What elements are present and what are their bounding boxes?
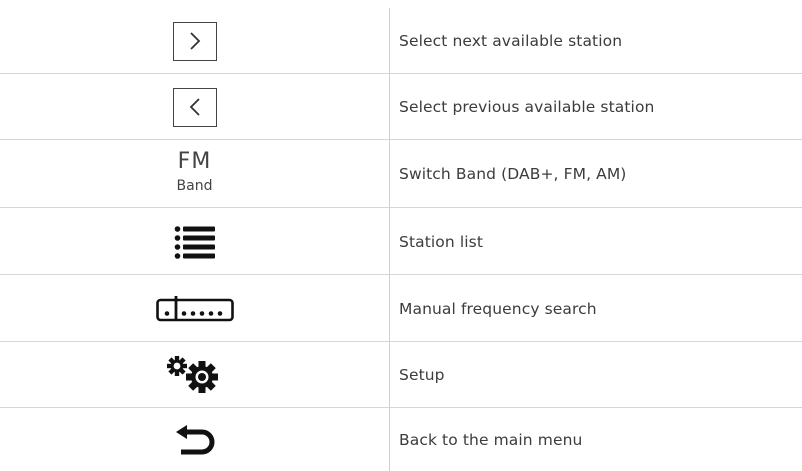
- previous-station-button[interactable]: [172, 87, 217, 127]
- row-description: Manual frequency search: [399, 299, 597, 318]
- band-sublabel: Band: [176, 178, 213, 194]
- next-station-button[interactable]: [172, 21, 217, 61]
- table-row: FM Band Switch Band (DAB+, FM, AM): [0, 140, 802, 208]
- band-label: FM: [177, 149, 212, 174]
- list-icon[interactable]: [174, 225, 216, 259]
- icon-cell: [0, 342, 389, 408]
- table-row: Back to the main menu: [0, 408, 802, 471]
- row-description: Select previous available station: [399, 98, 655, 116]
- gears-icon[interactable]: [166, 355, 224, 395]
- frequency-scale-icon[interactable]: [155, 295, 234, 323]
- table-row: Select next available station: [0, 8, 802, 74]
- chevron-right-icon: [189, 32, 200, 50]
- icon-cell: [0, 408, 389, 471]
- icon-cell: [0, 208, 389, 275]
- icon-cell: [0, 8, 389, 74]
- icon-cell: FM Band: [0, 140, 389, 208]
- function-table: Select next available station Select pre…: [0, 0, 802, 471]
- back-arrow-icon[interactable]: [175, 424, 215, 455]
- row-description: Switch Band (DAB+, FM, AM): [399, 165, 627, 183]
- chevron-left-icon: [189, 98, 200, 116]
- table-row: Setup: [0, 342, 802, 408]
- row-description: Setup: [399, 366, 445, 384]
- icon-cell: [0, 275, 389, 342]
- row-description: Station list: [399, 232, 483, 251]
- icon-cell: [0, 74, 389, 140]
- table-row: Select previous available station: [0, 74, 802, 140]
- table-row: Station list: [0, 208, 802, 275]
- table-row: Manual frequency search: [0, 275, 802, 342]
- row-description: Select next available station: [399, 32, 623, 50]
- band-button[interactable]: FM Band: [177, 149, 213, 195]
- row-description: Back to the main menu: [399, 430, 583, 449]
